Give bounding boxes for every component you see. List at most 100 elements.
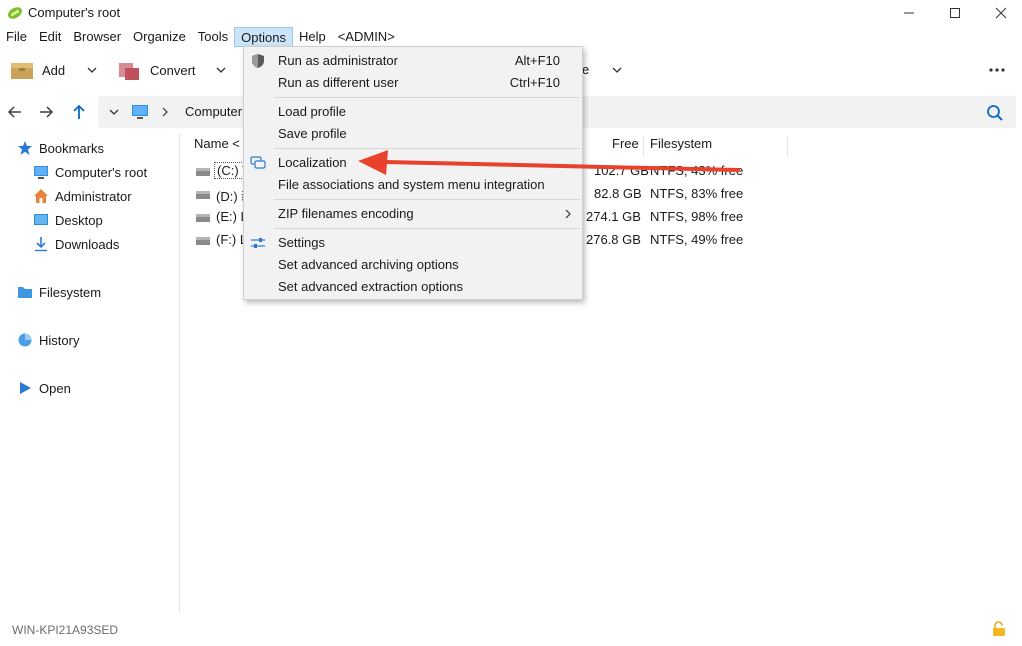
column-filesystem-header[interactable]: Filesystem	[650, 136, 712, 158]
drive-icon	[196, 168, 210, 176]
convert-icon	[119, 63, 139, 80]
menu-run-as-different-user[interactable]: Run as different user Ctrl+F10	[244, 72, 582, 94]
add-label: Add	[42, 62, 66, 78]
menu-bar: File Edit Browser Organize Tools Options…	[0, 27, 1022, 47]
window-title: Computer's root	[28, 5, 121, 20]
chevron-down-icon[interactable]	[611, 64, 623, 76]
menu-organize[interactable]: Organize	[127, 27, 192, 47]
menu-admin[interactable]: <ADMIN>	[332, 27, 401, 47]
sidebar-item-label: Administrator	[55, 188, 132, 204]
maximize-button[interactable]	[932, 0, 978, 26]
home-icon	[34, 189, 48, 203]
menu-help[interactable]: Help	[293, 27, 332, 47]
sidebar-history-label: History	[39, 332, 80, 348]
drive-free: 82.8 GB	[594, 186, 642, 201]
menu-browser[interactable]: Browser	[67, 27, 127, 47]
drive-icon	[196, 191, 210, 199]
menu-save-profile[interactable]: Save profile	[244, 123, 582, 145]
settings-sliders-icon	[251, 238, 265, 248]
drive-filesystem: NTFS, 83% free	[650, 186, 744, 201]
app-logo-icon	[8, 7, 22, 19]
chevron-down-icon[interactable]	[108, 106, 120, 118]
column-separator[interactable]	[643, 136, 644, 158]
drive-icon	[196, 214, 210, 222]
search-icon[interactable]	[986, 104, 1004, 122]
speech-bubbles-icon	[250, 156, 266, 169]
chevron-down-icon[interactable]	[215, 64, 227, 76]
sidebar-item-label: Desktop	[55, 212, 103, 228]
close-button[interactable]	[978, 0, 1022, 26]
menu-tools[interactable]: Tools	[192, 27, 234, 47]
menu-localization[interactable]: Localization	[244, 152, 582, 174]
menu-edit[interactable]: Edit	[33, 27, 67, 47]
menu-settings[interactable]: Settings	[244, 232, 582, 254]
history-icon	[18, 333, 32, 347]
menu-separator	[274, 199, 580, 200]
sidebar-item-administrator[interactable]: Administrator	[33, 186, 132, 206]
menu-advanced-extraction[interactable]: Set advanced extraction options	[244, 276, 582, 298]
sidebar: Bookmarks Computer's root Administrator …	[0, 134, 180, 614]
menu-separator	[274, 97, 580, 98]
menu-separator	[274, 148, 580, 149]
close-icon	[995, 7, 1007, 19]
sidebar-item-label: Downloads	[55, 236, 120, 252]
drive-free: 102.7 GB	[594, 163, 649, 178]
chevron-down-icon[interactable]	[86, 64, 98, 76]
sidebar-history[interactable]: History	[17, 330, 79, 350]
drive-free: 274.1 GB	[586, 209, 641, 224]
options-dropdown-menu: Run as administrator Alt+F10 Run as diff…	[243, 46, 583, 300]
column-free-header[interactable]: Free	[612, 136, 639, 158]
drive-filesystem: NTFS, 49% free	[650, 232, 744, 247]
sidebar-filesystem[interactable]: Filesystem	[17, 282, 101, 302]
menu-zip-filenames-encoding[interactable]: ZIP filenames encoding	[244, 203, 582, 225]
computer-icon	[34, 166, 48, 179]
sidebar-bookmarks-label: Bookmarks	[39, 140, 105, 156]
sidebar-item-downloads[interactable]: Downloads	[33, 234, 119, 254]
sidebar-bookmarks[interactable]: Bookmarks	[17, 138, 104, 158]
sidebar-open-label: Open	[39, 380, 71, 396]
download-icon	[35, 237, 47, 252]
title-bar: Computer's root	[0, 0, 1022, 26]
menu-file[interactable]: File	[0, 27, 33, 47]
folder-icon	[18, 287, 32, 298]
sidebar-item-label: Computer's root	[55, 164, 148, 180]
drive-filesystem: NTFS, 43% free	[650, 163, 744, 178]
minimize-button[interactable]	[886, 0, 932, 26]
back-arrow-icon[interactable]	[6, 103, 24, 121]
sidebar-filesystem-label: Filesystem	[39, 284, 102, 300]
menu-separator	[274, 228, 580, 229]
drive-icon	[196, 237, 210, 245]
maximize-icon	[950, 8, 960, 18]
column-separator[interactable]	[787, 136, 788, 158]
submenu-arrow-icon	[565, 209, 571, 219]
menu-file-associations[interactable]: File associations and system menu integr…	[244, 174, 582, 196]
up-arrow-icon[interactable]	[70, 103, 88, 121]
play-triangle-icon	[20, 382, 31, 394]
desktop-icon	[34, 214, 48, 225]
archive-box-icon	[11, 63, 33, 79]
menu-options[interactable]: Options	[234, 27, 293, 47]
star-icon	[18, 141, 32, 155]
convert-label: Convert	[150, 62, 196, 78]
sidebar-item-desktop[interactable]: Desktop	[33, 210, 103, 230]
drive-filesystem: NTFS, 98% free	[650, 209, 744, 224]
shield-icon	[252, 54, 264, 68]
chevron-right-icon	[162, 107, 168, 117]
menu-load-profile[interactable]: Load profile	[244, 101, 582, 123]
add-button[interactable]: Add	[10, 54, 65, 86]
computer-icon	[132, 105, 148, 119]
toolbar-hidden-label: e	[582, 62, 590, 77]
menu-run-as-administrator[interactable]: Run as administrator Alt+F10	[244, 50, 582, 72]
drive-free: 276.8 GB	[586, 232, 641, 247]
minimize-icon	[904, 12, 914, 14]
forward-arrow-icon[interactable]	[37, 103, 55, 121]
convert-button[interactable]: Convert	[118, 54, 196, 86]
unlock-icon[interactable]	[992, 621, 1006, 637]
sidebar-item-computers-root[interactable]: Computer's root	[33, 162, 147, 182]
column-name-header[interactable]: Name <	[194, 136, 240, 158]
sidebar-open[interactable]: Open	[17, 378, 71, 398]
more-options-icon[interactable]	[988, 62, 1008, 78]
address-path: Computer	[185, 104, 243, 119]
computer-name-status: WIN-KPI21A93SED	[12, 623, 119, 637]
menu-advanced-archiving[interactable]: Set advanced archiving options	[244, 254, 582, 276]
